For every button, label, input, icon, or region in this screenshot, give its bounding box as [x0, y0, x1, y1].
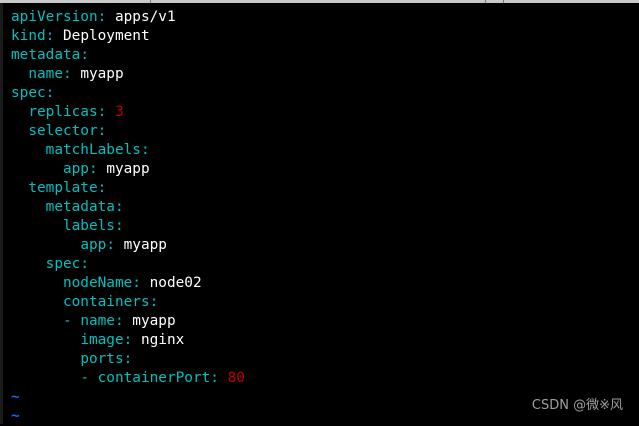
yaml-colon: :: [106, 237, 115, 253]
code-line[interactable]: - containerPort: 80: [11, 369, 245, 388]
yaml-colon: :: [132, 275, 141, 291]
tab-divider: [150, 0, 151, 3]
yaml-key: metadata: [45, 199, 115, 215]
yaml-key: spec: [45, 256, 81, 272]
yaml-colon: :: [114, 199, 124, 215]
yaml-value: apps/v1: [106, 9, 176, 25]
yaml-key: containers: [62, 294, 150, 310]
code-line[interactable]: spec:: [11, 84, 245, 103]
list-dash: -: [62, 313, 81, 329]
code-line[interactable]: name: myapp: [11, 65, 245, 84]
yaml-key: nodeName: [62, 275, 133, 291]
code-line[interactable]: spec:: [11, 255, 245, 274]
yaml-key: containerPort: [97, 370, 211, 386]
list-dash: -: [80, 370, 98, 386]
code-line[interactable]: kind: Deployment: [11, 27, 245, 46]
yaml-colon: :: [62, 66, 72, 82]
yaml-colon: :: [114, 313, 124, 329]
yaml-value: nginx: [132, 332, 185, 348]
code-line[interactable]: replicas: 3: [11, 103, 245, 122]
yaml-colon: :: [114, 218, 124, 234]
yaml-colon: :: [97, 9, 107, 25]
yaml-key: app: [62, 161, 89, 177]
yaml-colon: :: [123, 351, 133, 367]
yaml-colon: :: [97, 180, 107, 196]
code-line[interactable]: template:: [11, 179, 245, 198]
code-line[interactable]: metadata:: [11, 198, 245, 217]
code-line[interactable]: app: myapp: [11, 160, 245, 179]
empty-line-tilde: ~: [11, 389, 20, 405]
yaml-colon: :: [123, 332, 133, 348]
csdn-watermark: CSDN @微※风: [531, 398, 623, 413]
code-line[interactable]: containers:: [11, 293, 245, 312]
yaml-value: node02: [140, 275, 202, 291]
yaml-key: template: [28, 180, 98, 196]
yaml-key: metadata: [11, 47, 81, 63]
tab-divider: [485, 0, 486, 3]
yaml-key: spec: [11, 85, 46, 101]
yaml-colon: :: [140, 142, 150, 158]
yaml-value: myapp: [114, 237, 167, 253]
yaml-value: myapp: [97, 161, 150, 177]
yaml-value: 3: [106, 104, 124, 120]
vim-editor-buffer[interactable]: apiVersion: apps/v1 kind: Deployment metad…: [11, 8, 245, 426]
code-line[interactable]: matchLabels:: [11, 141, 245, 160]
yaml-key: apiVersion: [11, 9, 98, 25]
yaml-colon: :: [97, 123, 107, 139]
yaml-value: myapp: [71, 66, 124, 82]
yaml-value: 80: [218, 370, 245, 386]
code-line[interactable]: selector:: [11, 122, 245, 141]
code-line[interactable]: labels:: [11, 217, 245, 236]
tab-divider: [503, 0, 504, 3]
yaml-value: Deployment: [54, 28, 150, 44]
yaml-colon: :: [80, 256, 89, 272]
code-line[interactable]: metadata:: [11, 46, 245, 65]
yaml-colon: :: [88, 161, 98, 177]
yaml-key: app: [80, 237, 107, 253]
yaml-key: ports: [80, 351, 124, 367]
code-line[interactable]: ports:: [11, 350, 245, 369]
code-line[interactable]: image: nginx: [11, 331, 245, 350]
yaml-key: selector: [28, 123, 98, 139]
code-line[interactable]: - name: myapp: [11, 312, 245, 331]
yaml-key: matchLabels: [45, 142, 141, 158]
code-line[interactable]: apiVersion: apps/v1: [11, 8, 245, 27]
yaml-colon: :: [210, 370, 219, 386]
code-line[interactable]: app: myapp: [11, 236, 245, 255]
yaml-value: myapp: [123, 313, 176, 329]
yaml-colon: :: [97, 104, 107, 120]
yaml-key: name: [80, 313, 115, 329]
yaml-colon: :: [149, 294, 159, 310]
terminal-left-edge: [0, 3, 3, 424]
yaml-colon: :: [45, 85, 55, 101]
code-line[interactable]: nodeName: node02: [11, 274, 245, 293]
empty-line-tilde: ~: [11, 408, 20, 424]
yaml-key: image: [80, 332, 124, 348]
yaml-key: replicas: [28, 104, 98, 120]
yaml-key: kind: [11, 28, 46, 44]
yaml-key: name: [28, 66, 63, 82]
yaml-key: labels: [62, 218, 115, 234]
window-top-border: [0, 0, 639, 3]
yaml-colon: :: [80, 47, 89, 63]
